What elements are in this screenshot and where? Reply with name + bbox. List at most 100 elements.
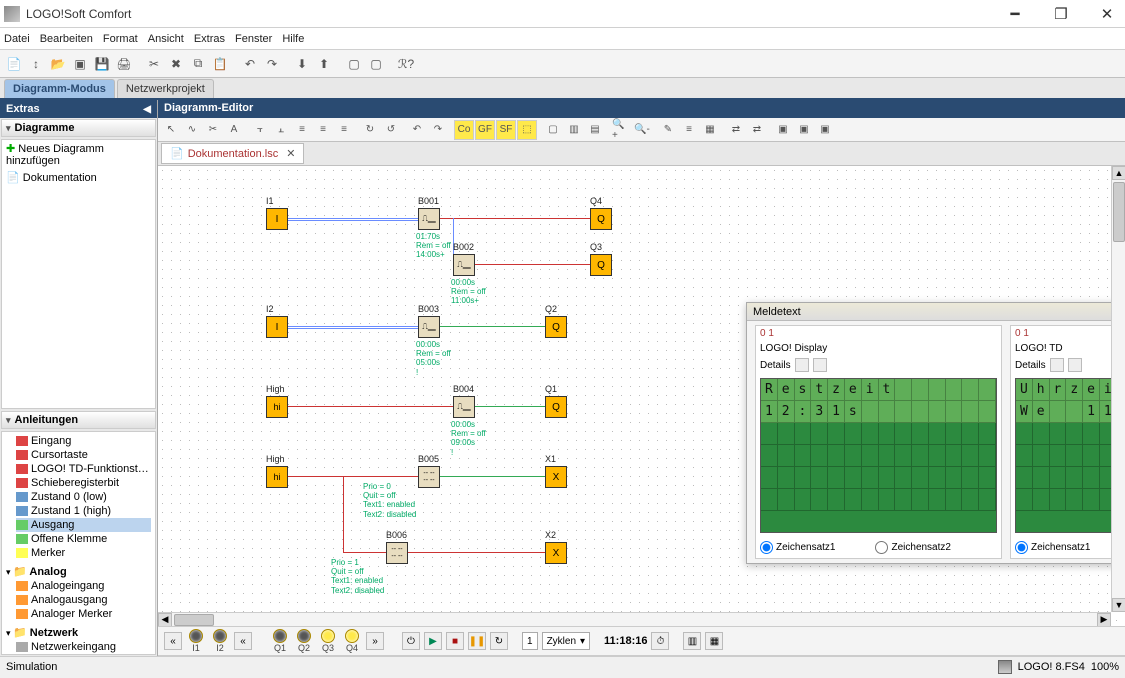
tool-sim1[interactable]: ✎	[658, 120, 678, 140]
block-q2[interactable]: Q2Q	[545, 316, 567, 338]
meldetext-window[interactable]: Meldetext ✕ 0 1 LOGO! Display Details	[746, 302, 1125, 564]
sim-next-group2[interactable]: »	[366, 632, 384, 650]
tree-item[interactable]: Cursortaste	[16, 448, 151, 462]
tool-align5[interactable]: ≡	[334, 120, 354, 140]
sim-play[interactable]: ▶	[424, 632, 442, 650]
group-analog[interactable]: 📁 Analog	[6, 564, 151, 579]
tb-transfer-pc[interactable]: ⬇	[292, 54, 312, 74]
mt-radio-left-1[interactable]: Zeichensatz1	[760, 541, 835, 554]
hscroll-left[interactable]: ◀	[158, 613, 172, 627]
tb-transfer-logo[interactable]: ⬆	[314, 54, 334, 74]
tool-sim2[interactable]: ≡	[679, 120, 699, 140]
tool-connect[interactable]: ∿	[182, 120, 202, 140]
menu-format[interactable]: Format	[103, 33, 138, 45]
mt-details-btn1[interactable]	[795, 358, 809, 372]
tb-print[interactable]: 🖨	[114, 54, 134, 74]
mt-details-btn2[interactable]	[813, 358, 827, 372]
tree-item[interactable]: LOGO! TD-Funktionstaste	[16, 462, 151, 476]
menu-bearbeiten[interactable]: Bearbeiten	[40, 33, 93, 45]
diagramme-section-title[interactable]: Diagramme	[1, 119, 156, 137]
tree-item[interactable]: Schieberegisterbit	[16, 476, 151, 490]
tb-resize[interactable]: ↕	[26, 54, 46, 74]
mt-radio-right-1[interactable]: Zeichensatz1	[1015, 541, 1090, 554]
canvas-vscroll[interactable]: ▲ ▼	[1111, 166, 1125, 612]
tool-rot2[interactable]: ↺	[381, 120, 401, 140]
menu-fenster[interactable]: Fenster	[235, 33, 272, 45]
sim-cycles-unit[interactable]: Zyklen ▾	[542, 632, 590, 650]
diagram-item-new[interactable]: ✚ Neues Diagramm hinzufügen	[2, 140, 155, 169]
vscroll-thumb[interactable]	[1113, 182, 1125, 242]
menu-hilfe[interactable]: Hilfe	[282, 33, 304, 45]
tool-sf[interactable]: SF	[496, 120, 516, 140]
canvas-hscroll[interactable]: ◀ ▶	[158, 612, 1111, 626]
tb-save[interactable]: 💾	[92, 54, 112, 74]
hscroll-thumb[interactable]	[174, 614, 214, 626]
tool-trans1[interactable]: ⇄	[726, 120, 746, 140]
tool-sim3[interactable]: ▦	[700, 120, 720, 140]
sim-power[interactable]: ⏻	[402, 632, 420, 650]
window-maximize[interactable]: ❐	[1047, 4, 1075, 24]
block-q4[interactable]: Q4Q	[590, 208, 612, 230]
block-b001[interactable]: B001⎍▁ 01:70s Rem = off 14:00s+	[418, 208, 440, 230]
mt-td-btn1[interactable]	[1050, 358, 1064, 372]
block-b006[interactable]: B006-- ---- -- Prio = 1 Quit = off Text1…	[386, 542, 408, 564]
tool-gf[interactable]: GF	[475, 120, 495, 140]
sim-clock[interactable]: ⏱	[651, 632, 669, 650]
tool-align3[interactable]: ≡	[292, 120, 312, 140]
tool-align2[interactable]: ⫠	[271, 120, 291, 140]
tool-screen3[interactable]: ▤	[585, 120, 605, 140]
diagram-item-doc[interactable]: 📄 Dokumentation	[2, 169, 155, 186]
block-high1[interactable]: Highhi	[266, 396, 288, 418]
tool-redo[interactable]: ↷	[428, 120, 448, 140]
tool-grp1[interactable]: ▣	[773, 120, 793, 140]
tb-copy[interactable]: ⧉	[188, 54, 208, 74]
anleitungen-section-title[interactable]: Anleitungen	[1, 411, 156, 429]
tree-item[interactable]: Merker	[16, 546, 151, 560]
tool-align4[interactable]: ≡	[313, 120, 333, 140]
tree-item[interactable]: Offene Klemme	[16, 532, 151, 546]
mt-radio-left-2[interactable]: Zeichensatz2	[875, 541, 950, 554]
menu-ansicht[interactable]: Ansicht	[148, 33, 184, 45]
menu-extras[interactable]: Extras	[194, 33, 225, 45]
tool-const[interactable]: Co	[454, 120, 474, 140]
block-b004[interactable]: B004⎍▁ 00:00s Rem = off 09:00s !	[453, 396, 475, 418]
doc-tab-close[interactable]: ✕	[286, 147, 295, 160]
tb-help[interactable]: ℛ?	[396, 54, 416, 74]
tool-screen1[interactable]: ▢	[543, 120, 563, 140]
tool-udp[interactable]: ⬚	[517, 120, 537, 140]
tool-grp2[interactable]: ▣	[794, 120, 814, 140]
sim-stop[interactable]: ■	[446, 632, 464, 650]
sim-pause[interactable]: ❚❚	[468, 632, 486, 650]
sim-cycles-value[interactable]: 1	[522, 632, 538, 650]
tool-zoomout[interactable]: 🔍-	[632, 120, 652, 140]
tool-undo[interactable]: ↶	[407, 120, 427, 140]
block-x2[interactable]: X2X	[545, 542, 567, 564]
block-i1[interactable]: I1I	[266, 208, 288, 230]
diagram-canvas[interactable]: I1I B001⎍▁ 01:70s Rem = off 14:00s+ Q4Q …	[158, 166, 1125, 626]
meldetext-titlebar[interactable]: Meldetext ✕	[747, 303, 1125, 321]
tool-grp3[interactable]: ▣	[815, 120, 835, 140]
tool-align1[interactable]: ⫟	[250, 120, 270, 140]
window-close[interactable]: ✕	[1093, 4, 1121, 24]
tab-diagramm-modus[interactable]: Diagramm-Modus	[4, 79, 115, 98]
mt-grid-left[interactable]: Restzeit12:31s	[760, 378, 997, 533]
tb-opt1[interactable]: ▢	[344, 54, 364, 74]
window-minimize[interactable]: ━	[1001, 4, 1029, 24]
anleitungen-tree[interactable]: EingangCursortasteLOGO! TD-Funktionstast…	[1, 431, 156, 655]
tool-rot1[interactable]: ↻	[360, 120, 380, 140]
led-i1[interactable]	[189, 629, 203, 643]
tb-paste[interactable]: 📋	[210, 54, 230, 74]
block-b005[interactable]: B005-- ---- -- Prio = 0 Quit = off Text1…	[418, 466, 440, 488]
sim-view1[interactable]: ▥	[683, 632, 701, 650]
tb-undo[interactable]: ↶	[240, 54, 260, 74]
tool-trans2[interactable]: ⇄	[747, 120, 767, 140]
led-i2[interactable]	[213, 629, 227, 643]
tb-delete[interactable]: ✖	[166, 54, 186, 74]
tb-open[interactable]: 📂	[48, 54, 68, 74]
tool-screen2[interactable]: ▥	[564, 120, 584, 140]
tool-cut[interactable]: ✂	[203, 120, 223, 140]
tree-item[interactable]: Zustand 0 (low)	[16, 490, 151, 504]
block-q3[interactable]: Q3Q	[590, 254, 612, 276]
block-x1[interactable]: X1X	[545, 466, 567, 488]
tree-item[interactable]: Netzwerkeingang	[16, 640, 151, 654]
